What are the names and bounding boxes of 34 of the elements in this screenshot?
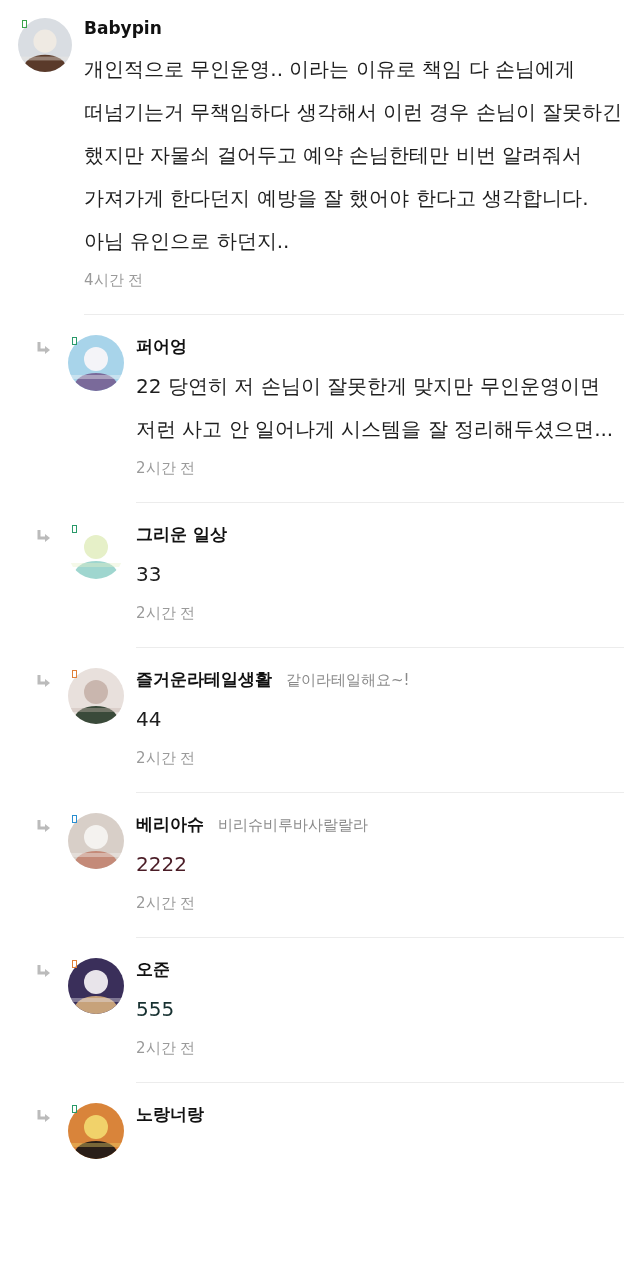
level-icon [72,525,77,533]
level-icon [72,670,77,678]
author-name[interactable]: 퍼어엉 [136,335,187,358]
reply-arrow-icon [36,341,52,357]
reply-arrow-icon [36,529,52,545]
reply-arrow-icon [36,1109,52,1125]
comment-text: 44 [136,706,163,733]
timestamp: 4시간 전 [84,271,624,315]
author-name[interactable]: 노랑너랑 [136,1103,204,1126]
author-name[interactable]: 오준 [136,958,170,981]
reply-arrow-icon [36,819,52,835]
author-name[interactable]: 그리운 일상 [136,523,227,546]
author-name[interactable]: 베리아슈 [136,813,204,836]
level-icon [72,960,77,968]
level-icon [72,1105,77,1113]
reply-arrow-icon [36,674,52,690]
timestamp: 2시간 전 [136,604,624,648]
timestamp: 2시간 전 [136,894,624,938]
reply-arrow-icon [36,964,52,980]
level-icon [22,20,27,28]
comment-text: 555 [136,996,176,1023]
status-message: 같이라테일해요~! [286,671,410,690]
level-icon [72,815,77,823]
author-name[interactable]: Babypin [84,18,162,38]
status-message: 비리슈비루바사랄랄라 [218,816,368,835]
author-name[interactable]: 즐거운라테일생활 [136,668,272,691]
comment-text: 개인적으로 무인운영.. 이라는 이유로 책임 다 손님에게 떠넘기는거 무책임하다 생각해서 이런 경우 손님이 잘못하긴 했지만 자물쇠 걸어두고 예약 손님한테만 비번 알려줘서 가져가게 한다던지 예방을 잘 했어야 한다고 생각합니다. 아님 유인으로 하던지.. [84,56,624,255]
comment-text: 2222 [136,851,188,878]
level-icon [72,337,77,345]
timestamp: 2시간 전 [136,749,624,793]
comment-text: 33 [136,561,163,588]
timestamp: 2시간 전 [136,1039,624,1083]
comment-text: 22 당연히 저 손님이 잘못한게 맞지만 무인운영이면 저런 사고 안 일어나게 시스템을 잘 정리해두셨으면... [136,373,615,443]
timestamp: 2시간 전 [136,459,624,503]
